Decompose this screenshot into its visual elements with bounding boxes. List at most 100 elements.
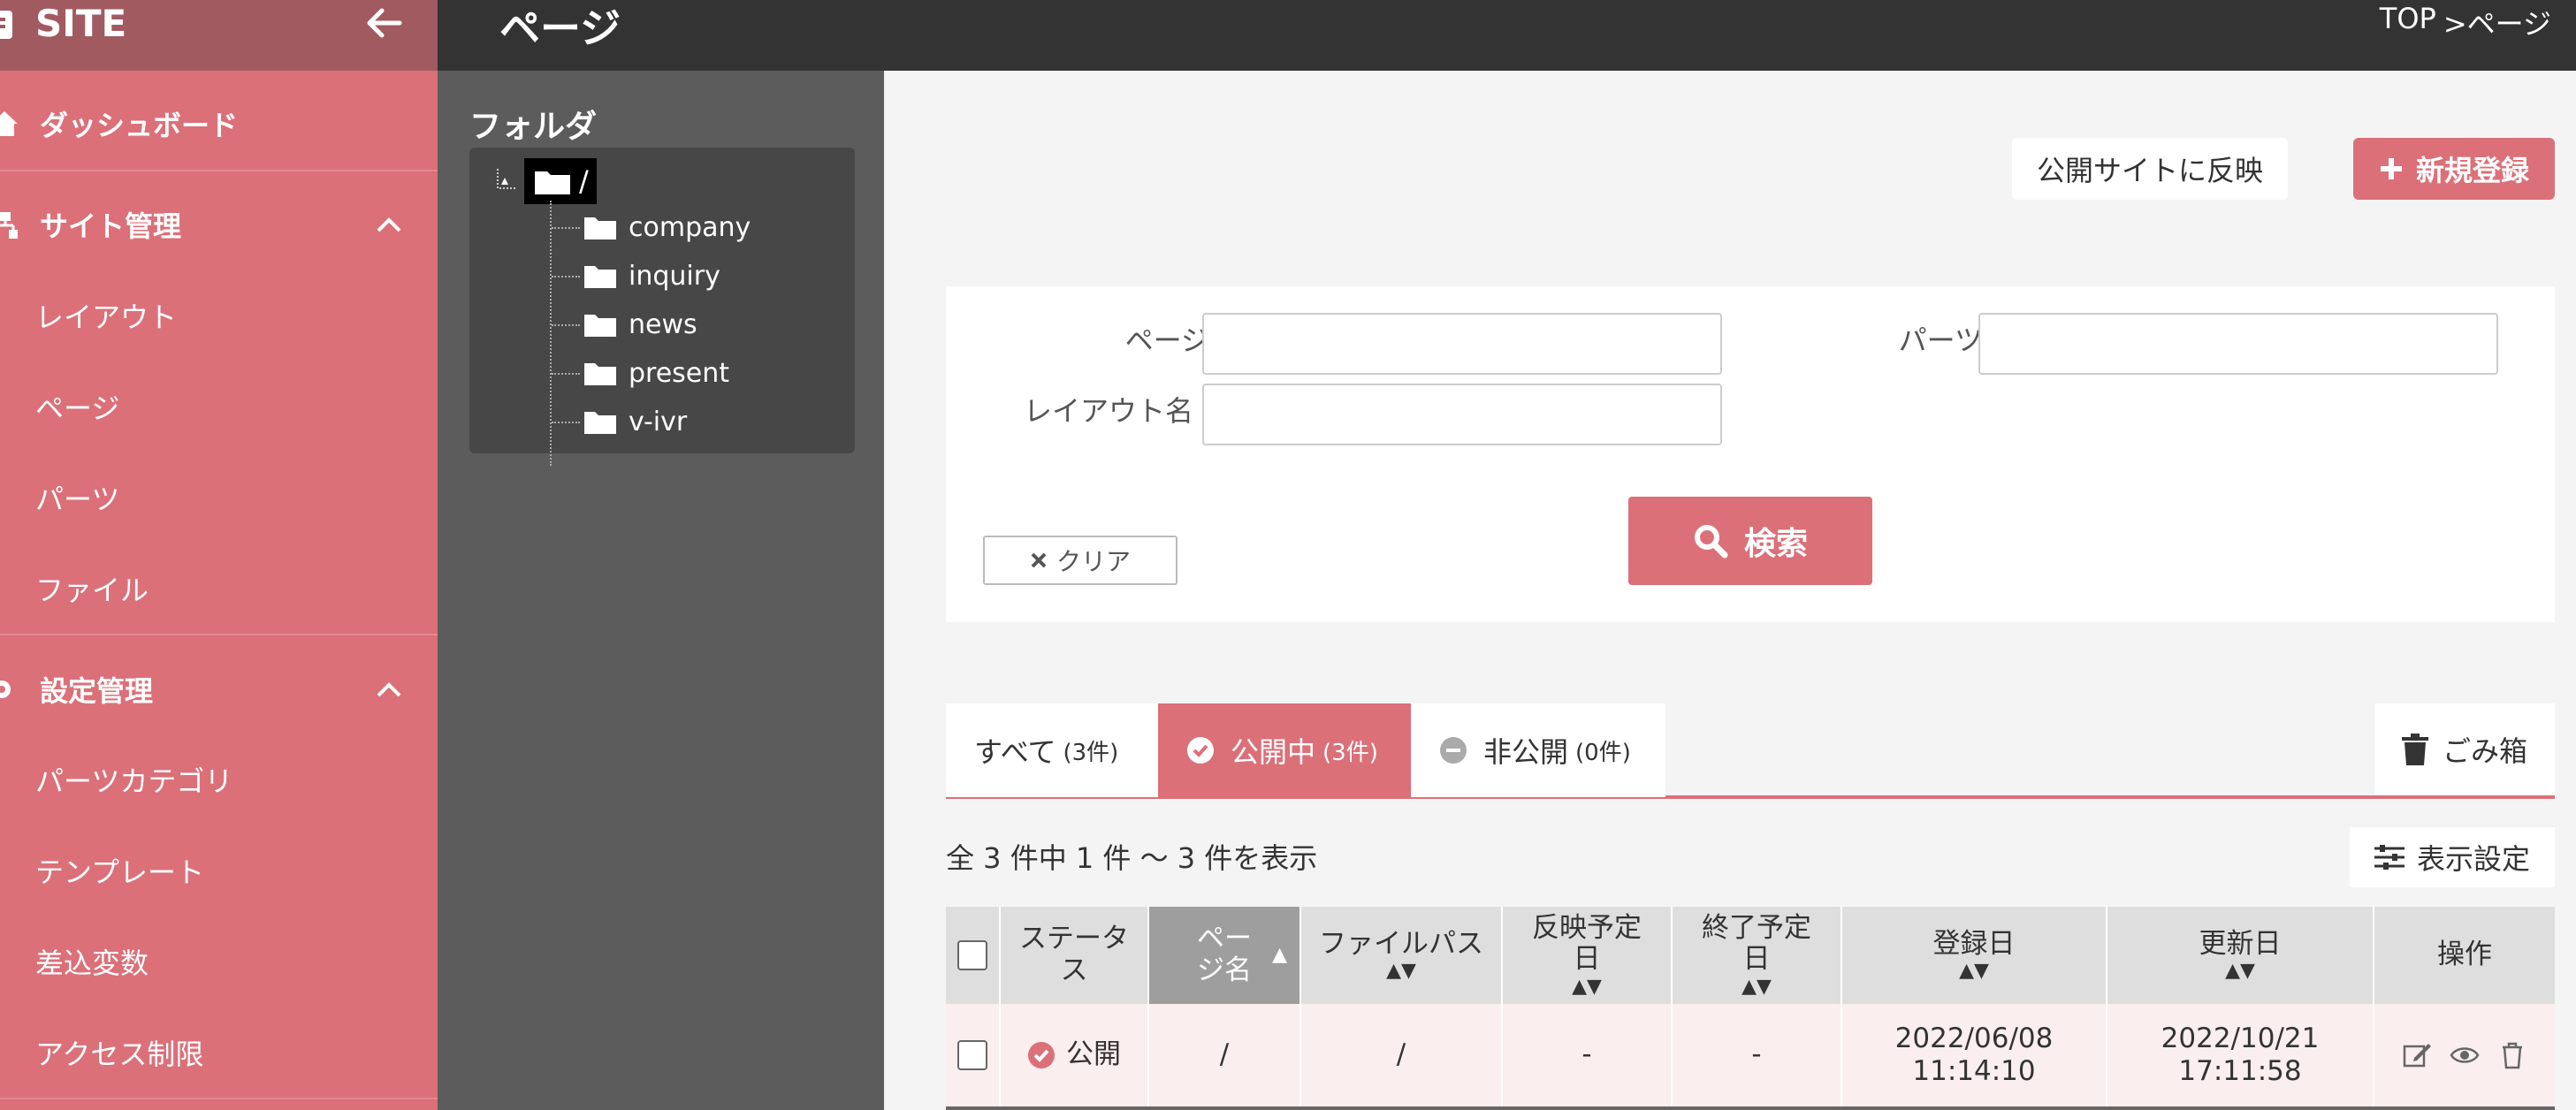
breadcrumb-current: >ページ — [2443, 7, 2551, 41]
sidebar-divider — [0, 170, 438, 171]
sidebar-item-layout[interactable]: レイアウト — [0, 270, 438, 361]
tree-item[interactable]: news — [584, 307, 697, 342]
tree-item[interactable]: v-ivr — [584, 404, 687, 439]
created-date-cell: 2022/06/08 11:14:10 — [1842, 1004, 2107, 1106]
folder-tree: / company inquiry news present v-ivr — [469, 148, 855, 466]
sidebar-item-variables[interactable]: 差込変数 — [0, 916, 438, 1007]
col-reflect-date[interactable]: 反映予定日 ▲▼ — [1503, 907, 1673, 1004]
tree-root-folder[interactable]: / — [524, 158, 597, 204]
folder-icon — [584, 412, 616, 434]
new-register-button[interactable]: 新規登録 — [2353, 138, 2555, 200]
edit-icon[interactable] — [2402, 1040, 2432, 1070]
page-name-input[interactable] — [1202, 313, 1722, 375]
sidebar-item-parts[interactable]: パーツ — [0, 452, 438, 543]
tree-connector — [550, 201, 552, 466]
col-actions-label: 操作 — [2437, 939, 2492, 971]
row-select-cell — [946, 1004, 1001, 1106]
sidebar-item-label: パーツカテゴリ — [35, 764, 233, 798]
sidebar-divider — [0, 634, 438, 635]
row-checkbox[interactable] — [957, 1040, 987, 1070]
tab-published[interactable]: 公開中 (3件) — [1158, 703, 1411, 797]
tree-root-label: / — [579, 164, 589, 198]
breadcrumb-top-link[interactable]: TOP — [2380, 2, 2436, 42]
updated-date: 2022/10/21 — [2161, 1022, 2320, 1054]
col-file-path[interactable]: ファイルパス ▲▼ — [1301, 907, 1503, 1004]
parts-name-input[interactable] — [1978, 313, 2498, 375]
folder-title: フォルダ — [469, 109, 598, 145]
close-icon — [1031, 552, 1047, 568]
site-logo-icon — [0, 11, 12, 39]
tree-item[interactable]: company — [584, 209, 751, 245]
col-created-date-label: 登録日 — [1932, 927, 2016, 960]
col-updated-date[interactable]: 更新日 ▲▼ — [2107, 907, 2374, 1004]
sort-icon: ▲▼ — [1386, 960, 1416, 983]
sidebar-item-file[interactable]: ファイル — [0, 543, 438, 634]
sort-icon: ▲▼ — [1959, 960, 1989, 983]
trash-label: ごみ箱 — [2442, 734, 2527, 768]
sidebar-item-page[interactable]: ページ — [0, 361, 438, 452]
tab-label: 公開中 — [1231, 735, 1316, 769]
tab-all[interactable]: すべて (3件) — [946, 703, 1158, 797]
display-settings-label: 表示設定 — [2416, 842, 2530, 876]
clear-button[interactable]: クリア — [983, 536, 1177, 585]
sidebar-item-settings-management[interactable]: 設定管理 — [0, 643, 438, 734]
tree-item[interactable]: present — [584, 355, 729, 391]
sidebar-item-access-restriction[interactable]: アクセス制限 — [0, 1007, 438, 1098]
sidebar: SITE ダッシュボード サイト管理 レイアウト ページ パーツ ファイル 設定… — [0, 0, 438, 1110]
col-end-date[interactable]: 終了予定日 ▲▼ — [1673, 907, 1842, 1004]
check-circle-icon — [1028, 1042, 1055, 1068]
end-date-cell: - — [1673, 1004, 1842, 1106]
sidebar-item-label: 差込変数 — [35, 946, 149, 980]
folder-icon — [584, 217, 616, 239]
page-title: ページ — [499, 4, 621, 52]
updated-date-cell: 2022/10/21 17:11:58 — [2107, 1004, 2374, 1106]
trash-button[interactable]: ごみ箱 — [2374, 703, 2555, 795]
created-date: 2022/06/08 — [1894, 1022, 2054, 1054]
check-circle-icon — [1187, 737, 1214, 764]
col-created-date[interactable]: 登録日 ▲▼ — [1842, 907, 2107, 1004]
topbar: ページ TOP >ページ — [438, 0, 2576, 71]
actions-cell — [2374, 1004, 2555, 1106]
col-reflect-date-label: 反映予定日 — [1532, 911, 1642, 976]
sidebar-item-dashboard[interactable]: ダッシュボード — [0, 78, 438, 169]
sidebar-item-label: パーツ — [35, 482, 120, 516]
sort-icon: ▲▼ — [1572, 975, 1602, 998]
tree-item-label: inquiry — [629, 260, 720, 292]
eye-icon[interactable] — [2450, 1040, 2480, 1070]
search-button[interactable]: 検索 — [1628, 497, 1872, 585]
layout-name-input[interactable] — [1202, 384, 1722, 445]
search-panel: ページ名 パーツ名 レイアウト名 クリア 検索 — [946, 286, 2555, 622]
tree-toggle-icon[interactable] — [494, 165, 517, 192]
tab-unpublished[interactable]: 非公開 (0件) — [1411, 703, 1665, 797]
sort-icon: ▲▼ — [2225, 960, 2255, 983]
sort-icon: ▲▼ — [1741, 975, 1772, 998]
select-all-cell — [946, 907, 1001, 1004]
arrow-left-icon[interactable] — [362, 2, 405, 44]
page-name-cell: / — [1149, 1004, 1301, 1106]
sidebar-item-label: 設定管理 — [40, 673, 154, 708]
tab-count: (3件) — [1063, 739, 1119, 766]
sidebar-item-parts-category[interactable]: パーツカテゴリ — [0, 734, 438, 825]
col-page-name[interactable]: ページ名 ▲ — [1149, 907, 1301, 1004]
display-settings-button[interactable]: 表示設定 — [2350, 827, 2555, 887]
minus-circle-icon — [1440, 737, 1467, 764]
sidebar-item-label: アクセス制限 — [35, 1037, 204, 1071]
status-cell: 公開 — [1001, 1004, 1149, 1106]
sliders-icon — [2374, 845, 2405, 870]
tree-connector — [552, 373, 580, 375]
status-text: 公開 — [1066, 1038, 1121, 1071]
select-all-checkbox[interactable] — [957, 940, 987, 970]
trash-icon[interactable] — [2497, 1040, 2527, 1070]
home-icon — [0, 110, 18, 136]
col-file-path-label: ファイルパス — [1319, 927, 1483, 960]
chevron-up-icon — [377, 217, 401, 232]
result-count: 全 3 件中 1 件 〜 3 件を表示 — [946, 841, 1318, 875]
gear-icon — [0, 680, 11, 698]
sidebar-item-template[interactable]: テンプレート — [0, 825, 438, 916]
tree-item[interactable]: inquiry — [584, 258, 720, 293]
sidebar-item-site-management[interactable]: サイト管理 — [0, 179, 438, 270]
sidebar-title: SITE — [35, 2, 127, 45]
folder-icon — [584, 315, 616, 337]
publish-site-button[interactable]: 公開サイトに反映 — [2012, 138, 2288, 200]
tree-connector — [552, 276, 580, 278]
